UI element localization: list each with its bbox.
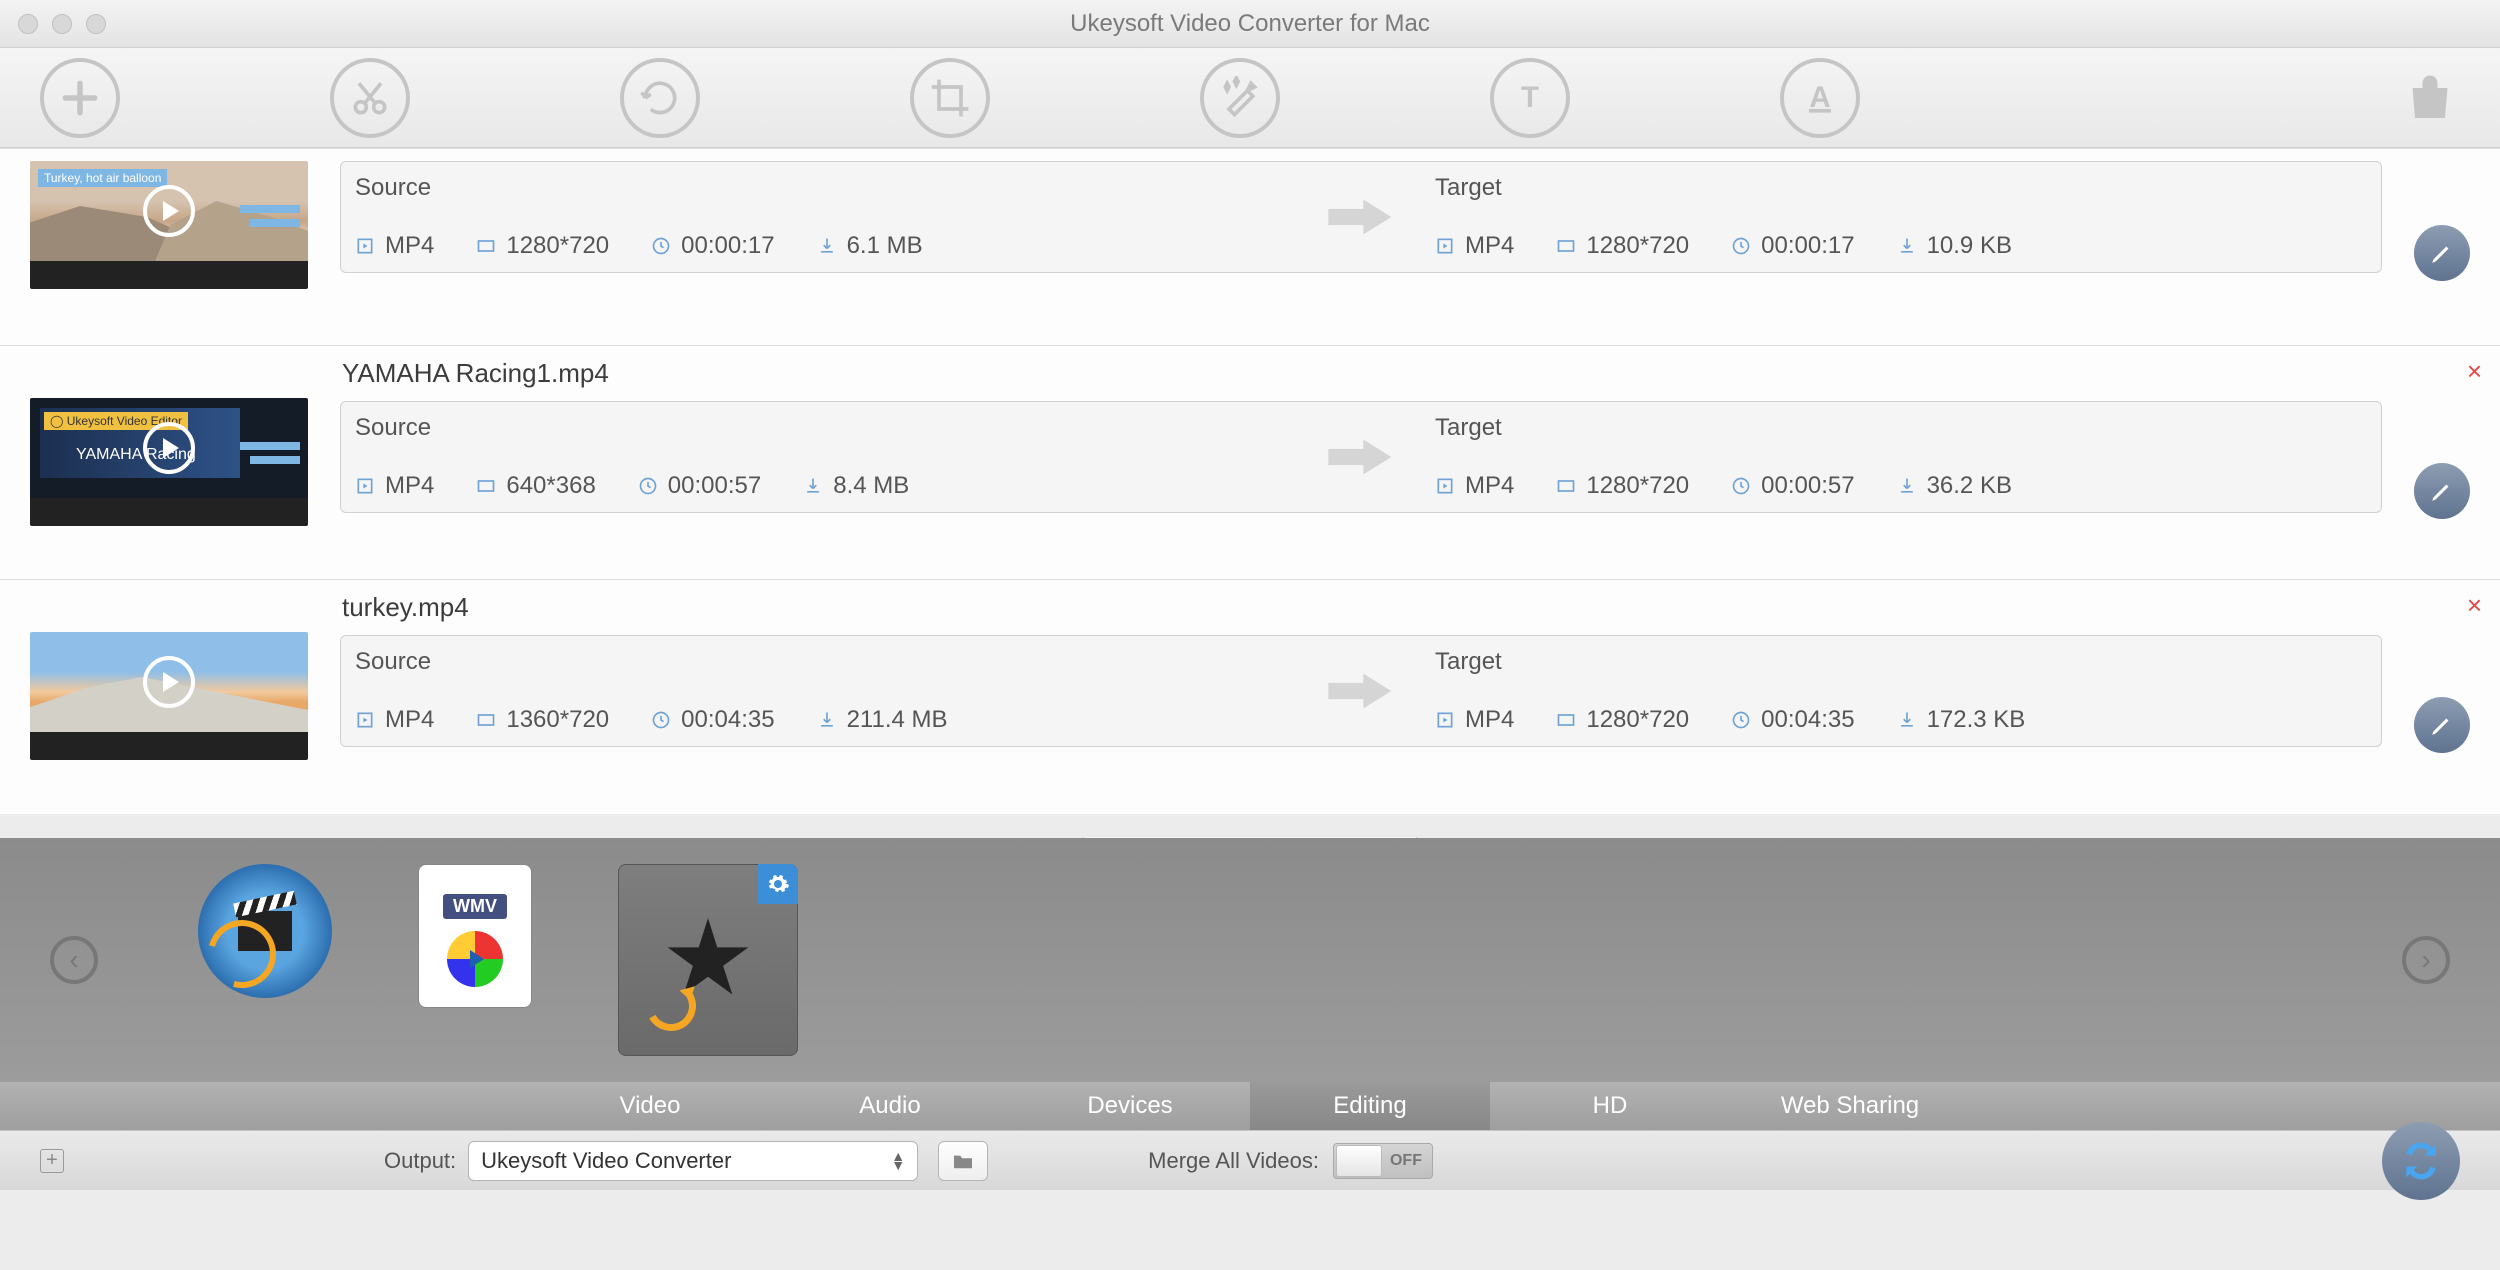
output-label: Output:: [384, 1148, 456, 1174]
list-item: × turkey.mp4 Source MP4 1360*720 00:04:3…: [0, 580, 2500, 814]
add-icon[interactable]: [40, 58, 120, 138]
list-item: Turkey, hot air balloon Source MP4 1280*…: [0, 148, 2500, 346]
merge-toggle[interactable]: OFF: [1333, 1143, 1433, 1179]
video-thumbnail[interactable]: ◯ Ukeysoft Video Editor YAMAHA Racing: [30, 398, 308, 526]
src-size: 6.1 MB: [847, 232, 923, 260]
src-res: 1280*720: [506, 232, 609, 260]
video-thumbnail[interactable]: Turkey, hot air balloon: [30, 161, 308, 289]
folder-icon: [952, 1152, 974, 1170]
tab-hd[interactable]: HD: [1490, 1082, 1730, 1130]
thumb-caption: Turkey, hot air balloon: [38, 169, 167, 187]
close-window[interactable]: [18, 14, 38, 34]
edit-button[interactable]: [2414, 225, 2470, 281]
svg-text:T: T: [1521, 81, 1539, 114]
tab-devices[interactable]: Devices: [1010, 1082, 1250, 1130]
carousel-next[interactable]: ›: [2402, 936, 2450, 984]
filename: YAMAHA Racing1.mp4: [340, 358, 2382, 389]
format-convert-video[interactable]: [198, 864, 332, 998]
arrow-icon: [1326, 197, 1396, 237]
source-target-bar: Source MP4 1280*720 00:00:17 6.1 MB Targ…: [340, 161, 2382, 273]
minimize-window[interactable]: [52, 14, 72, 34]
window-title: Ukeysoft Video Converter for Mac: [1070, 10, 1430, 38]
tab-editing[interactable]: Editing: [1250, 1082, 1490, 1130]
trim-icon[interactable]: [330, 58, 410, 138]
category-tabs: Video Audio Devices Editing HD Web Shari…: [0, 1082, 2500, 1130]
tgt-dur: 00:00:17: [1761, 232, 1854, 260]
open-folder-button[interactable]: [938, 1141, 988, 1181]
target-header: Target: [1435, 174, 2367, 202]
subtitle-icon[interactable]: A: [1780, 58, 1860, 138]
tab-audio[interactable]: Audio: [770, 1082, 1010, 1130]
add-small-button[interactable]: +: [40, 1149, 64, 1173]
edit-button[interactable]: [2414, 697, 2470, 753]
remove-button[interactable]: ×: [2467, 590, 2482, 621]
rotate-icon[interactable]: [620, 58, 700, 138]
carousel-prev[interactable]: ‹: [50, 936, 98, 984]
src-dur: 00:00:17: [681, 232, 774, 260]
crop-icon[interactable]: [910, 58, 990, 138]
merge-label: Merge All Videos:: [1148, 1148, 1319, 1174]
play-icon[interactable]: [143, 185, 195, 237]
src-format: MP4: [385, 232, 434, 260]
source-target-bar: Source MP4 1360*720 00:04:35 211.4 MB Ta…: [340, 635, 2382, 747]
play-icon[interactable]: [143, 656, 195, 708]
source-target-bar: Source MP4 640*368 00:00:57 8.4 MB Targe…: [340, 401, 2382, 513]
play-icon[interactable]: [143, 422, 195, 474]
format-imovie[interactable]: [618, 864, 798, 1056]
tgt-res: 1280*720: [1586, 232, 1689, 260]
main-toolbar: T A: [0, 48, 2500, 148]
source-header: Source: [355, 174, 1287, 202]
format-wmv[interactable]: WMV: [418, 864, 532, 1008]
output-select[interactable]: Ukeysoft Video Converter ▲▼: [468, 1141, 918, 1181]
shop-bag-icon[interactable]: [2400, 68, 2460, 128]
watermark-icon[interactable]: T: [1490, 58, 1570, 138]
convert-button[interactable]: [2382, 1122, 2460, 1200]
effect-icon[interactable]: [1200, 58, 1280, 138]
tab-video[interactable]: Video: [530, 1082, 770, 1130]
zoom-window[interactable]: [86, 14, 106, 34]
edit-button[interactable]: [2414, 463, 2470, 519]
titlebar: Ukeysoft Video Converter for Mac: [0, 0, 2500, 48]
tgt-format: MP4: [1465, 232, 1514, 260]
filename: turkey.mp4: [340, 592, 2382, 623]
bottom-bar: + Output: Ukeysoft Video Converter ▲▼ Me…: [0, 1130, 2500, 1190]
tab-web-sharing[interactable]: Web Sharing: [1730, 1082, 1970, 1130]
list-item: × ◯ Ukeysoft Video Editor YAMAHA Racing …: [0, 346, 2500, 580]
gear-icon[interactable]: [758, 864, 798, 904]
video-list: Turkey, hot air balloon Source MP4 1280*…: [0, 148, 2500, 838]
tgt-size: 10.9 KB: [1927, 232, 2012, 260]
window-controls: [18, 14, 106, 34]
video-thumbnail[interactable]: [30, 632, 308, 760]
remove-button[interactable]: ×: [2467, 356, 2482, 387]
updown-icon: ▲▼: [891, 1152, 905, 1170]
format-carousel: ‹ WMV ›: [0, 838, 2500, 1082]
